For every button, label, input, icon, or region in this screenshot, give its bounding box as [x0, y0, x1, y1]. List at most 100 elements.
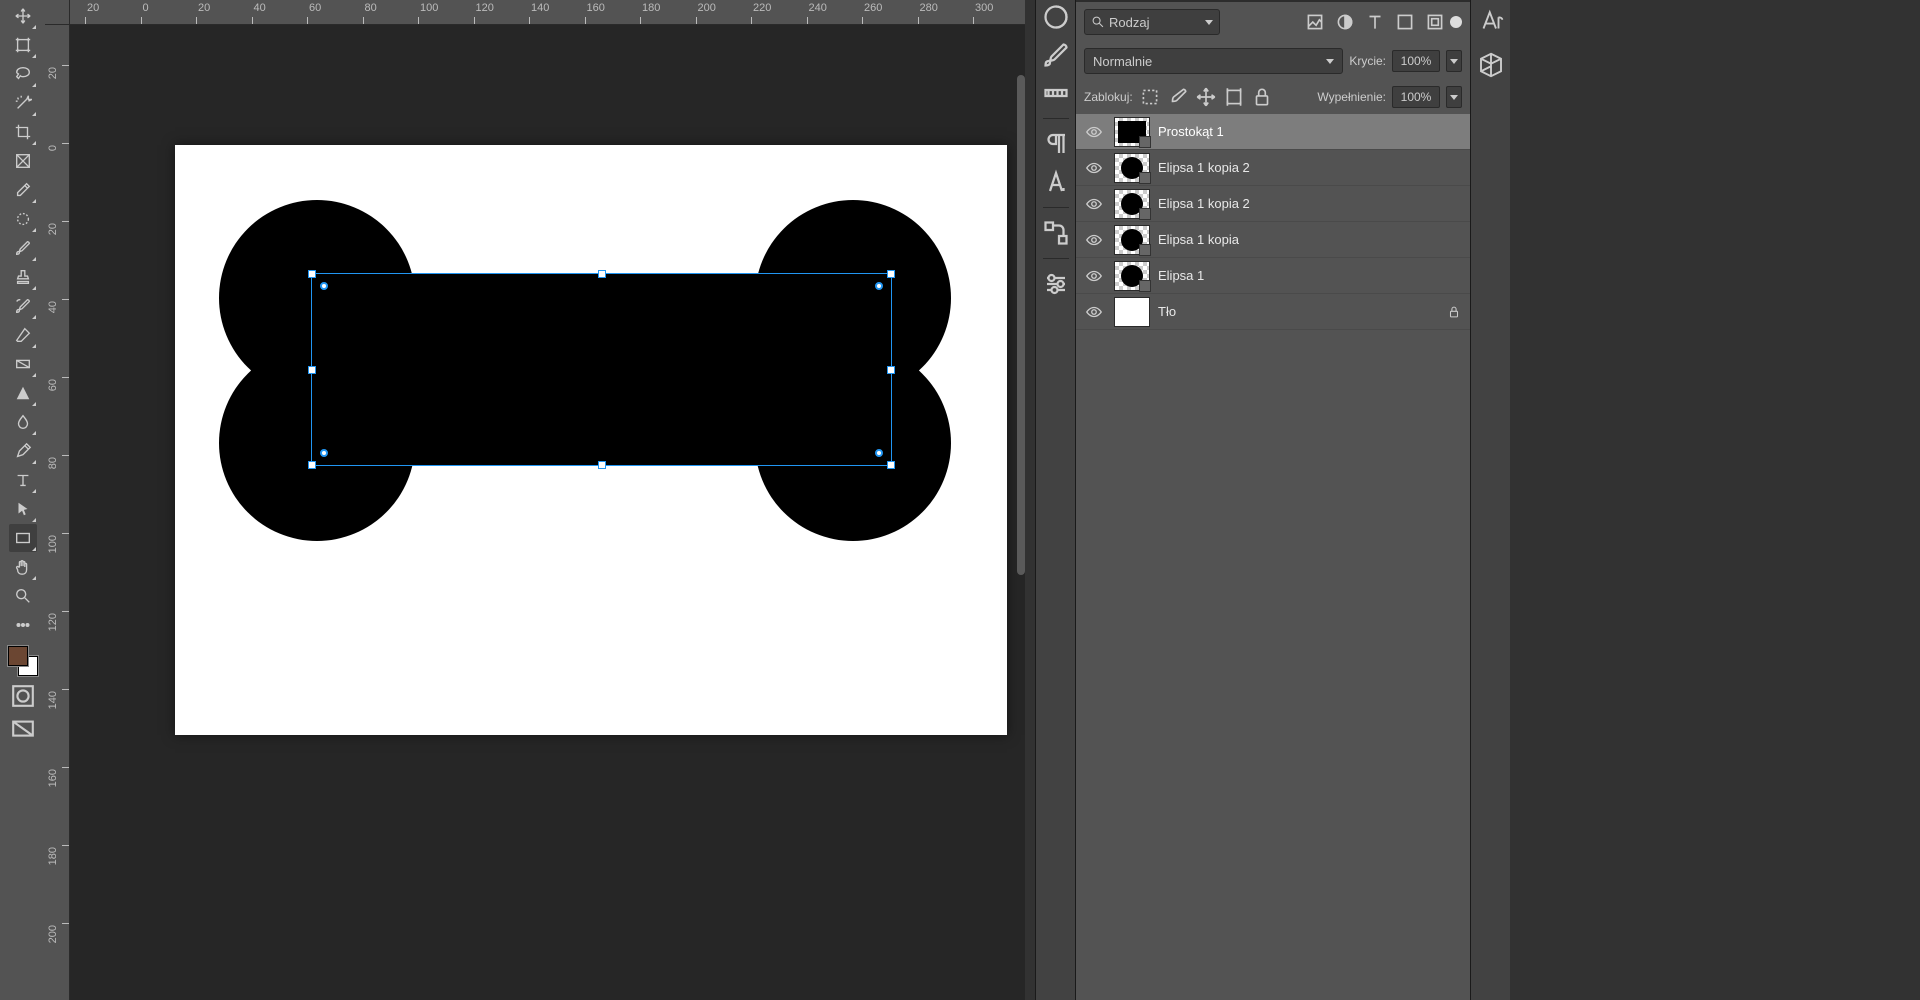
- tool-move[interactable]: [9, 2, 37, 30]
- foreground-color-swatch[interactable]: [8, 646, 28, 666]
- measurement-panel-icon[interactable]: [1041, 78, 1071, 108]
- screen-mode-icon[interactable]: [9, 716, 37, 744]
- tool-stamp[interactable]: [9, 263, 37, 291]
- layer-filter-bar: Rodzaj: [1076, 2, 1470, 42]
- tool-artboard[interactable]: [9, 31, 37, 59]
- toolbar: [0, 0, 45, 1000]
- visibility-eye-icon[interactable]: [1082, 159, 1106, 177]
- tool-frame[interactable]: [9, 147, 37, 175]
- rectangle-shape: [311, 273, 892, 466]
- artboard: [175, 145, 1007, 735]
- tool-rectangle[interactable]: [9, 524, 37, 552]
- layer-row[interactable]: Elipsa 1 kopia 2: [1076, 150, 1470, 186]
- chevron-down-icon: [1326, 59, 1334, 64]
- layer-name-label: Prostokąt 1: [1158, 124, 1436, 139]
- fill-label: Wypełnienie:: [1317, 90, 1386, 104]
- layer-thumbnail: [1114, 189, 1150, 219]
- layer-list: Prostokąt 1 Elipsa 1 kopia 2 Elipsa 1 kopi…: [1076, 114, 1470, 330]
- color-panel-icon[interactable]: [1041, 2, 1071, 32]
- brushes-panel-icon[interactable]: [1041, 40, 1071, 70]
- filter-pixel-icon[interactable]: [1304, 11, 1326, 33]
- blend-opacity-bar: Normalnie Krycie: 100%: [1076, 42, 1470, 80]
- filter-smartobject-icon[interactable]: [1424, 11, 1446, 33]
- glyphs-panel-icon[interactable]: [1476, 6, 1506, 36]
- filter-shape-icon[interactable]: [1394, 11, 1416, 33]
- filter-kind-dropdown[interactable]: Rodzaj: [1084, 9, 1220, 35]
- filter-toggle[interactable]: [1450, 16, 1462, 28]
- lock-artboard-icon[interactable]: [1223, 86, 1245, 108]
- tool-type[interactable]: [9, 466, 37, 494]
- layer-thumbnail: [1114, 297, 1150, 327]
- tool-eyedropper[interactable]: [9, 176, 37, 204]
- blend-mode-value: Normalnie: [1093, 54, 1152, 69]
- layer-thumbnail: [1114, 153, 1150, 183]
- layer-name-label: Elipsa 1 kopia 2: [1158, 160, 1436, 175]
- collapsed-panels-strip: [1035, 0, 1075, 1000]
- tool-crop[interactable]: [9, 118, 37, 146]
- lock-position-icon[interactable]: [1195, 86, 1217, 108]
- tool-hand[interactable]: [9, 553, 37, 581]
- layer-thumbnail: [1114, 261, 1150, 291]
- opacity-label: Krycie:: [1349, 54, 1386, 68]
- tool-more[interactable]: [9, 611, 37, 639]
- tool-brush[interactable]: [9, 234, 37, 262]
- paths-panel-icon[interactable]: [1041, 218, 1071, 248]
- fill-value[interactable]: 100%: [1392, 86, 1440, 108]
- opacity-dropdown[interactable]: [1446, 50, 1462, 72]
- layer-name-label: Elipsa 1 kopia: [1158, 232, 1436, 247]
- quick-mask-icon[interactable]: [9, 682, 37, 710]
- adjustments-panel-icon[interactable]: [1041, 269, 1071, 299]
- layer-name-label: Tło: [1158, 304, 1436, 319]
- layer-name-label: Elipsa 1: [1158, 268, 1436, 283]
- filter-kind-label: Rodzaj: [1109, 15, 1149, 30]
- visibility-eye-icon[interactable]: [1082, 195, 1106, 213]
- tool-healing[interactable]: [9, 205, 37, 233]
- tool-history-brush[interactable]: [9, 292, 37, 320]
- opacity-value[interactable]: 100%: [1392, 50, 1440, 72]
- tool-pen[interactable]: [9, 437, 37, 465]
- tool-path-select[interactable]: [9, 495, 37, 523]
- layer-thumbnail: [1114, 117, 1150, 147]
- layer-row[interactable]: Elipsa 1 kopia: [1076, 222, 1470, 258]
- visibility-eye-icon[interactable]: [1082, 123, 1106, 141]
- far-right-strip: [1470, 0, 1510, 1000]
- tool-blur[interactable]: [9, 408, 37, 436]
- chevron-down-icon: [1205, 20, 1213, 25]
- tool-gradient[interactable]: [9, 350, 37, 378]
- ruler-horizontal: 2002040608010012014016018020022024026028…: [70, 0, 1025, 25]
- layer-thumbnail: [1114, 225, 1150, 255]
- character-panel-icon[interactable]: [1041, 167, 1071, 197]
- layer-row[interactable]: Prostokąt 1: [1076, 114, 1470, 150]
- color-swatches[interactable]: [8, 646, 38, 676]
- fill-dropdown[interactable]: [1446, 86, 1462, 108]
- visibility-eye-icon[interactable]: [1082, 267, 1106, 285]
- layer-row[interactable]: Tło: [1076, 294, 1470, 330]
- layer-row[interactable]: Elipsa 1: [1076, 258, 1470, 294]
- ruler-vertical: 20020406080100120140160180200220: [45, 25, 70, 1000]
- paragraph-panel-icon[interactable]: [1041, 129, 1071, 159]
- visibility-eye-icon[interactable]: [1082, 231, 1106, 249]
- layer-row[interactable]: Elipsa 1 kopia 2: [1076, 186, 1470, 222]
- lock-label: Zablokuj:: [1084, 90, 1133, 104]
- lock-fill-bar: Zablokuj: Wypełnienie: 100%: [1076, 80, 1470, 114]
- visibility-eye-icon[interactable]: [1082, 303, 1106, 321]
- filter-type-icon[interactable]: [1364, 11, 1386, 33]
- layers-panel: Rodzaj Normalnie Krycie: 100% Zablokuj: …: [1075, 0, 1470, 1000]
- tool-eraser[interactable]: [9, 321, 37, 349]
- scrollbar-thumb[interactable]: [1017, 75, 1025, 575]
- layer-lock-icon: [1444, 305, 1464, 319]
- ruler-corner: [45, 0, 70, 25]
- tool-lasso[interactable]: [9, 60, 37, 88]
- lock-all-icon[interactable]: [1251, 86, 1273, 108]
- 3d-panel-icon[interactable]: [1476, 50, 1506, 80]
- filter-adjustment-icon[interactable]: [1334, 11, 1356, 33]
- blend-mode-dropdown[interactable]: Normalnie: [1084, 48, 1343, 74]
- tool-zoom[interactable]: [9, 582, 37, 610]
- lock-pixels-icon[interactable]: [1167, 86, 1189, 108]
- tool-triangle[interactable]: [9, 379, 37, 407]
- canvas-area[interactable]: [70, 25, 1025, 1000]
- tool-wand[interactable]: [9, 89, 37, 117]
- layer-name-label: Elipsa 1 kopia 2: [1158, 196, 1436, 211]
- scrollbar-vertical[interactable]: [1017, 25, 1029, 1000]
- lock-transparency-icon[interactable]: [1139, 86, 1161, 108]
